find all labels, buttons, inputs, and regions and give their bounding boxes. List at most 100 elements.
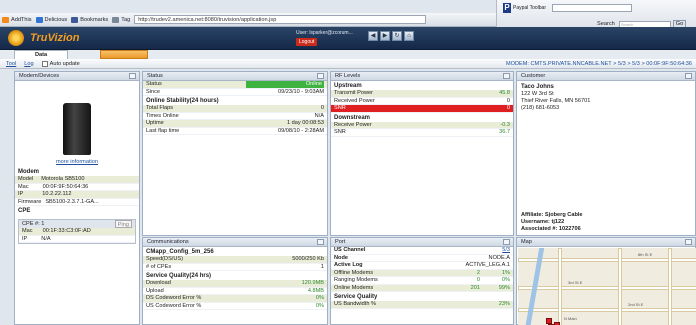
rf-row: Receive Power -0.3 [331, 121, 513, 129]
panel-header: Communications [143, 238, 327, 247]
port-sq-title: Service Quality [334, 294, 378, 300]
tab-data[interactable]: Data [14, 50, 68, 59]
collapse-icon[interactable] [503, 239, 510, 245]
port-row: US Bandwidth % 23% [331, 301, 513, 309]
cpe-row: IP N/A [19, 236, 135, 243]
port-row: Ranging Modems 0 0% [331, 277, 513, 285]
modem-image [63, 103, 91, 155]
map-label: 8th St E [638, 252, 653, 257]
collapse-icon[interactable] [503, 73, 510, 79]
rf-row: Transmit Power 45.8 [331, 90, 513, 98]
bookmark-addthis[interactable]: AddThis [2, 16, 32, 23]
rf-row: SNR 36.7 [331, 129, 513, 137]
tool-link[interactable]: Tool [6, 61, 16, 67]
comm-row: # of CPEs 1 [143, 264, 327, 271]
us-channel-link[interactable]: 5/3 [502, 247, 510, 254]
auto-update-label: Auto update [49, 60, 80, 67]
collapse-icon[interactable] [685, 239, 692, 245]
bookmark-bookmarks[interactable]: Bookmarks [71, 16, 108, 23]
home-button[interactable]: ⌂ [404, 31, 414, 41]
forward-button[interactable]: ▶ [380, 31, 390, 41]
map-canvas[interactable]: 8th St E 3rd St E 2nd St E N Main [518, 248, 696, 325]
comm-row: US Codeword Error % 0% [143, 303, 327, 310]
status-row: Times Online N/A [143, 113, 327, 120]
log-link[interactable]: Log [24, 61, 33, 67]
browser-window: { "browser": { "bookmarks": [ {"label": … [0, 0, 696, 325]
config-name: CMapp_Config_5m_256 [146, 249, 214, 255]
comm-row: Download 120.9MB [143, 280, 327, 288]
rf-levels-panel: RF Levels Upstream Transmit Power 45.8 Re… [330, 71, 514, 236]
sub-toolbar: Tool Log Auto update MODEM: CMTS.PRIVATE… [0, 59, 696, 69]
rf-row-alert: SNR 0 [331, 105, 513, 113]
port-row: Active Log ACTIVE_LEG.A.1 [331, 262, 513, 270]
back-button[interactable]: ◀ [368, 31, 378, 41]
map-label: 2nd St E [628, 302, 644, 307]
bookmarks-icon [71, 16, 79, 23]
customer-address2: Thief River Falls, MN 56701 [521, 98, 591, 104]
map-panel: Map 8th St E 3rd St E 2nd St E N Main [516, 237, 696, 325]
customer-associated: Associated #: 1022706 [521, 226, 581, 232]
quality-title: Service Quality(24 hrs) [146, 273, 212, 279]
tab-secondary[interactable] [100, 50, 148, 59]
cpe-header: CPE #: 1 Ping [19, 220, 135, 228]
modem-row: IP 10.2.22.112 [15, 191, 139, 199]
bookmark-delicious[interactable]: Delicious [35, 16, 67, 23]
panel-header: Modem/Devices [15, 72, 139, 81]
port-row: Online Modems 201 99% [331, 284, 513, 292]
downstream-title: Downstream [334, 114, 371, 121]
ping-button[interactable]: Ping [114, 220, 132, 228]
modem-devices-panel: Modem/Devices more information Modem Mod… [14, 71, 140, 325]
paypal-icon: P [503, 3, 511, 13]
paypal-toolbar-label[interactable]: Paypal Toolbar [513, 5, 546, 11]
logout-button[interactable]: Logout [296, 38, 318, 46]
collapse-icon[interactable] [685, 73, 692, 79]
modem-section-title: Modem [18, 169, 39, 175]
port-row: Offline Modems 2 1% [331, 269, 513, 277]
modem-path[interactable]: MODEM: CMTS.PRIVATE.NNCABLE.NET > 5/3 > … [506, 61, 692, 67]
customer-name: Taco Johns [521, 84, 554, 90]
rf-row: Received Power 0 [331, 98, 513, 105]
map-road [558, 248, 562, 325]
logo-gear-icon [8, 30, 24, 46]
status-row: Total Flaps 0 [143, 105, 327, 113]
customer-phone: (218) 681-6053 [521, 105, 560, 111]
stability-title: Online Stability(24 hours) [146, 98, 219, 104]
port-panel: Port US Channel 5/3 Node NODE.A Active Log… [330, 237, 514, 325]
cpe-box: CPE #: 1 Ping Mac 00:1F:33:C3:0F:AD IP N/A [18, 219, 136, 244]
customer-affiliate: Affiliate: Sjoberg Cable [521, 212, 583, 218]
delicious-icon [35, 16, 43, 23]
bookmark-tag[interactable]: Tag [112, 16, 130, 23]
status-row: Last flap time 09/08/10 - 2:28AM [143, 128, 327, 135]
collapse-icon[interactable] [317, 239, 324, 245]
nav-buttons: ◀ ▶ ↻ ⌂ [368, 31, 416, 41]
refresh-button[interactable]: ↻ [392, 31, 402, 41]
addthis-icon [2, 16, 9, 23]
map-label: N Main [564, 316, 577, 321]
modem-row: Model Motorola SB5100 [15, 176, 139, 184]
communications-panel: Communications CMapp_Config_5m_256 Speed… [142, 237, 328, 325]
more-information-link[interactable]: more information [15, 159, 139, 165]
customer-address1: 122 W 3rd St [521, 91, 554, 97]
app-header: TruVizion User: lsparker@zcorum... Logou… [0, 27, 696, 50]
map-road [668, 248, 672, 325]
modem-row: Mac 00:0F:9F:50:64:36 [15, 184, 139, 191]
collapse-icon[interactable] [129, 73, 136, 79]
app-logo: TruVizion [8, 30, 80, 46]
panel-header: Status [143, 72, 327, 81]
tag-icon [112, 16, 120, 23]
comm-row: Speed(DS/US) 5000/250 Kb [143, 256, 327, 264]
user-line: User: lsparker@zcorum... [296, 30, 353, 36]
upstream-title: Upstream [334, 83, 362, 89]
toolbar-input[interactable] [552, 4, 632, 12]
comm-row: DS Codeword Error % 0% [143, 295, 327, 303]
customer-username: Username: tj122 [521, 219, 565, 225]
map-label: 3rd St E [568, 280, 583, 285]
collapse-icon[interactable] [317, 73, 324, 79]
status-panel: Status Status Online Since 09/23/10 - 9:03… [142, 71, 328, 236]
address-bar[interactable]: http://trudev2.amenica.net:8080/truvisio… [134, 15, 427, 24]
cpe-row: Mac 00:1F:33:C3:0F:AD [19, 228, 135, 236]
panel-header: Map [517, 238, 695, 247]
tab-bar: Data [0, 50, 696, 59]
auto-update-checkbox[interactable] [41, 60, 48, 67]
online-badge: Online [246, 81, 324, 88]
